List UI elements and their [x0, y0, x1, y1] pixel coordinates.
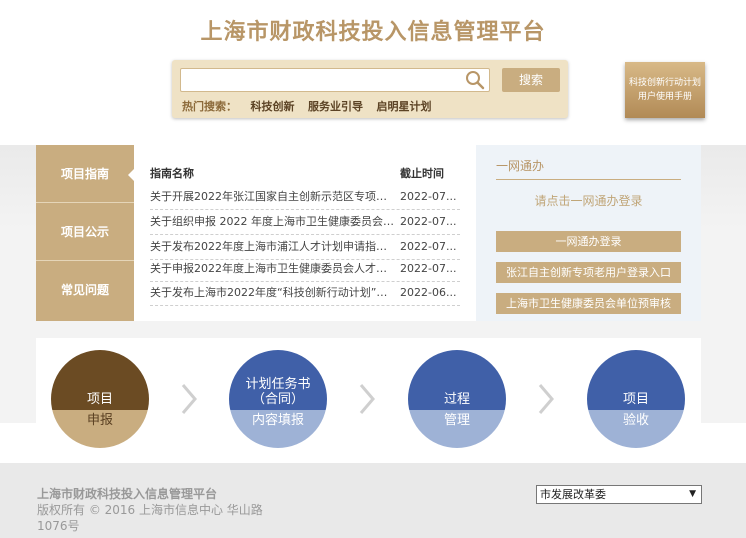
- step-title: 计划任务书 （合同）: [229, 350, 327, 410]
- login-panel: 一网通办 请点击一网通办登录 一网通办登录 张江自主创新专项老用户登录入口 上海…: [476, 145, 701, 321]
- page-title: 上海市财政科技投入信息管理平台: [200, 20, 546, 45]
- search-input[interactable]: [180, 68, 490, 92]
- chevron-down-icon: ▼: [689, 489, 696, 499]
- department-select[interactable]: 市发展改革委 ▼: [536, 485, 702, 504]
- search-button[interactable]: 搜索: [502, 68, 560, 92]
- hot-search-item[interactable]: 启明星计划: [377, 100, 432, 113]
- guide-list: 指南名称 截止时间 关于开展2022年张江国家自主创新示范区专项发展资金项目申报…: [134, 145, 476, 321]
- chevron-right-icon: [181, 384, 197, 414]
- side-item-project-notice[interactable]: 项目公示: [36, 203, 134, 261]
- list-item[interactable]: 关于开展2022年张江国家自主创新示范区专项发展资金项目申报的通知 2022-0…: [150, 185, 460, 210]
- hot-search-label: 热门搜索：: [182, 100, 237, 113]
- side-menu: 项目指南 项目公示 常见问题: [36, 145, 134, 321]
- list-item-title[interactable]: 关于申报2022年度上海市卫生健康委员会人才项目的通知: [150, 257, 394, 281]
- column-header-deadline: 截止时间: [400, 167, 444, 180]
- column-header-name: 指南名称: [150, 167, 194, 180]
- list-item-date: 2022-07...: [400, 190, 457, 203]
- step-subtitle: 申报: [51, 410, 149, 448]
- step-process[interactable]: 过程 管理: [408, 350, 506, 448]
- step-title: 过程: [408, 350, 506, 410]
- one-netcom-login-button[interactable]: 一网通办登录: [496, 231, 681, 252]
- search-panel: 搜索 热门搜索： 科技创新 服务业引导 启明星计划: [172, 60, 568, 118]
- step-contract[interactable]: 计划任务书 （合同） 内容填报: [229, 350, 327, 448]
- process-flow: 项目 申报 计划任务书 （合同） 内容填报 过程 管理 项目 验收: [36, 338, 701, 460]
- step-subtitle: 管理: [408, 410, 506, 448]
- list-item-title[interactable]: 关于开展2022年张江国家自主创新示范区专项发展资金项目申报的通知: [150, 185, 394, 209]
- chevron-right-icon: [359, 384, 375, 414]
- footer: 上海市财政科技投入信息管理平台 版权所有 © 2016 上海市信息中心 华山路1…: [0, 463, 746, 538]
- hot-search-item[interactable]: 服务业引导: [308, 100, 363, 113]
- list-item[interactable]: 关于申报2022年度上海市卫生健康委员会人才项目的通知 2022-07...: [150, 257, 460, 282]
- list-item-date: 2022-06...: [400, 286, 457, 299]
- step-subtitle: 内容填报: [229, 410, 327, 448]
- login-heading: 一网通办: [496, 157, 681, 180]
- list-item-title[interactable]: 关于组织申报 2022 年度上海市卫生健康委员会项目的通知: [150, 210, 394, 234]
- health-commission-precheck-button[interactable]: 上海市卫生健康委员会单位预审核: [496, 293, 681, 314]
- zhangjiang-login-button[interactable]: 张江自主创新专项老用户登录入口: [496, 262, 681, 283]
- list-item-title[interactable]: 关于发布2022年度上海市浦江人才计划申请指南的通知: [150, 235, 394, 259]
- hot-searches: 热门搜索： 科技创新 服务业引导 启明星计划: [182, 98, 442, 114]
- step-apply[interactable]: 项目 申报: [51, 350, 149, 448]
- department-select-value: 市发展改革委: [540, 488, 606, 501]
- login-tip-link[interactable]: 请点击一网通办登录: [496, 192, 681, 209]
- list-item[interactable]: 关于组织申报 2022 年度上海市卫生健康委员会项目的通知 2022-07...: [150, 210, 460, 235]
- chevron-right-icon: [538, 384, 554, 414]
- list-item-title[interactable]: 关于发布上海市2022年度“科技创新行动计划”项目申报指南的通知: [150, 281, 394, 305]
- step-acceptance[interactable]: 项目 验收: [587, 350, 685, 448]
- search-icon[interactable]: [464, 70, 486, 90]
- list-item-date: 2022-07...: [400, 262, 457, 275]
- side-item-faq[interactable]: 常见问题: [36, 261, 134, 319]
- guide-list-header: 指南名称 截止时间: [150, 165, 460, 185]
- footer-title: 上海市财政科技投入信息管理平台: [37, 487, 218, 501]
- step-title: 项目: [587, 350, 685, 410]
- list-item[interactable]: 关于发布上海市2022年度“科技创新行动计划”项目申报指南的通知 2022-06…: [150, 281, 460, 306]
- list-item-date: 2022-07...: [400, 215, 457, 228]
- step-title: 项目: [51, 350, 149, 410]
- list-item-date: 2022-07...: [400, 240, 457, 253]
- user-manual-button[interactable]: 科技创新行动计划 用户使用手册: [625, 62, 705, 118]
- footer-copyright: 版权所有 © 2016 上海市信息中心 华山路1076号: [37, 503, 263, 533]
- side-item-project-guide[interactable]: 项目指南: [36, 145, 134, 203]
- step-subtitle: 验收: [587, 410, 685, 448]
- hot-search-item[interactable]: 科技创新: [251, 100, 295, 113]
